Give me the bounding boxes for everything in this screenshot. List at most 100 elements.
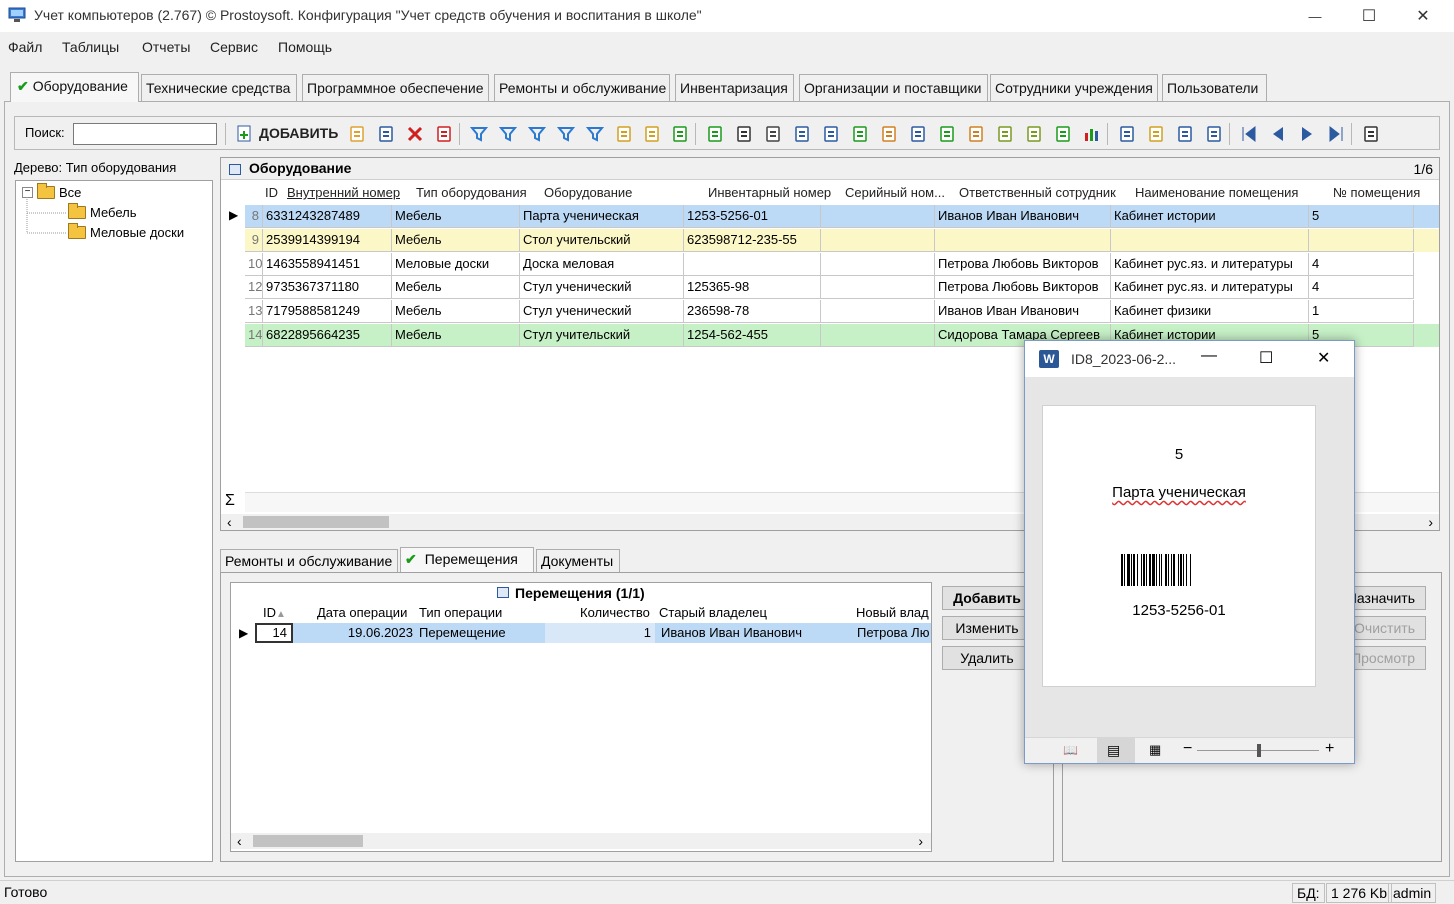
preview-icon[interactable] [792, 124, 812, 144]
preview-maximize-button[interactable]: ☐ [1259, 348, 1273, 368]
tab-repairs[interactable]: Ремонты и обслуживание [494, 74, 670, 101]
tree-node-furniture[interactable]: Мебель [68, 203, 137, 220]
col-mov-new-owner[interactable]: Новый влад [856, 605, 929, 620]
menu-service[interactable]: Сервис [210, 39, 258, 55]
col-mov-qty[interactable]: Количество [580, 605, 650, 620]
menu-help[interactable]: Помощь [278, 39, 332, 55]
col-equipment-type[interactable]: Тип оборудования [416, 185, 527, 200]
preview-minimize-button[interactable]: — [1201, 347, 1217, 365]
next-icon[interactable] [1297, 124, 1317, 144]
delete-movement-button[interactable]: Удалить [942, 646, 1032, 670]
zoom-out-icon[interactable]: − [1183, 740, 1192, 758]
col-equipment[interactable]: Оборудование [544, 185, 632, 200]
last-icon[interactable] [1326, 124, 1346, 144]
col-serial-number[interactable]: Серийный ном... [845, 185, 945, 200]
minimize-button[interactable]: — [1292, 0, 1338, 32]
scroll-left-icon[interactable]: ‹ [237, 833, 242, 849]
edit-movement-button[interactable]: Изменить [942, 616, 1032, 640]
col-mov-date[interactable]: Дата операции [317, 605, 407, 620]
scroll-thumb[interactable] [243, 516, 389, 528]
add-movement-button[interactable]: Добавить [942, 586, 1032, 610]
filter-remove-icon[interactable] [498, 124, 518, 144]
zoom-in-icon[interactable]: + [1325, 740, 1334, 758]
table-cell: 6822895664235 [263, 324, 392, 347]
delete-icon[interactable] [405, 124, 425, 144]
col-mov-type[interactable]: Тип операции [419, 605, 502, 620]
search-input[interactable] [73, 123, 217, 145]
col-inventory-number[interactable]: Инвентарный номер [708, 185, 831, 200]
group-filter-icon[interactable] [614, 124, 634, 144]
filter-saved-icon[interactable] [585, 124, 605, 144]
col-mov-id[interactable]: ID▲ [263, 605, 286, 620]
first-icon[interactable] [1239, 124, 1259, 144]
zoom-thumb[interactable] [1257, 744, 1261, 757]
web-layout-icon[interactable]: ▦ [1149, 742, 1161, 758]
col-mov-old-owner[interactable]: Старый владелец [659, 605, 767, 620]
tab-tech-means[interactable]: Технические средства [141, 74, 297, 101]
close-button[interactable]: ✕ [1400, 0, 1446, 32]
tab-employees[interactable]: Сотрудники учреждения [990, 74, 1158, 101]
xls-icon[interactable] [1053, 124, 1073, 144]
tab-organizations[interactable]: Организации и поставщики [799, 74, 988, 101]
layout-icon[interactable] [1204, 124, 1224, 144]
refresh-icon[interactable] [705, 124, 725, 144]
filter-icon[interactable] [469, 124, 489, 144]
find-icon[interactable] [734, 124, 754, 144]
table-row[interactable]: 10 1463558941451 Меловые доски Доска мелова… [245, 252, 1439, 276]
tab-movements[interactable]: ✔ Перемещения [400, 547, 534, 573]
scroll-thumb[interactable] [253, 835, 363, 847]
export-html-icon[interactable] [879, 124, 899, 144]
menu-tables[interactable]: Таблицы [62, 39, 119, 55]
col-room-number[interactable]: № помещения [1333, 185, 1420, 200]
filter-clear-icon[interactable] [527, 124, 547, 144]
sort-icon[interactable] [1117, 124, 1137, 144]
edit-icon[interactable] [347, 124, 367, 144]
clipboard-icon[interactable] [1361, 124, 1381, 144]
tab-inventory[interactable]: Инвентаризация [675, 74, 794, 101]
maximize-button[interactable]: ☐ [1346, 0, 1392, 32]
add-button[interactable]: ДОБАВИТЬ [259, 125, 338, 141]
report-word-icon[interactable] [908, 124, 928, 144]
export-excel-icon[interactable] [850, 124, 870, 144]
filter-options-icon[interactable] [556, 124, 576, 144]
sql-icon[interactable] [670, 124, 690, 144]
table-row[interactable]: 8 6331243287489 Мебель Парта ученическая 125… [245, 205, 1439, 228]
scroll-left-icon[interactable]: ‹ [227, 514, 232, 530]
export-word-icon[interactable] [821, 124, 841, 144]
report-icon[interactable] [966, 124, 986, 144]
movement-row[interactable]: 14 19.06.2023 Перемещение 1 Иванов Иван … [255, 623, 931, 643]
col-internal-number[interactable]: Внутренний номер [287, 185, 400, 200]
tab-software[interactable]: Программное обеспечение [302, 74, 489, 101]
prev-icon[interactable] [1268, 124, 1288, 144]
delete-table-icon[interactable] [434, 124, 454, 144]
tab-equipment[interactable]: ✔ Оборудование [10, 72, 139, 102]
menu-file[interactable]: Файл [8, 39, 42, 55]
scroll-right-icon[interactable]: › [1428, 514, 1433, 530]
report-excel-icon[interactable] [937, 124, 957, 144]
table-row[interactable]: 12 9735367371180 Мебель Стул ученический 125… [245, 276, 1439, 300]
copy-icon[interactable] [376, 124, 396, 144]
table-cell: 236598-78 [684, 300, 821, 324]
table-row[interactable]: 13 7179588581249 Мебель Стул ученический 236… [245, 300, 1439, 324]
tab-repairs-detail[interactable]: Ремонты и обслуживание [220, 549, 398, 573]
table-row[interactable]: 9 2539914399194 Мебель Стол учительский 6235… [245, 228, 1439, 252]
col-responsible[interactable]: Ответственный сотрудник [959, 185, 1116, 200]
scroll-right-icon[interactable]: › [918, 833, 923, 849]
movements-hscrollbar[interactable]: ‹ › [231, 833, 931, 849]
tree-view-icon[interactable] [642, 124, 662, 144]
col-id[interactable]: ID [265, 185, 278, 200]
tab-users[interactable]: Пользователи [1162, 74, 1267, 101]
tab-documents[interactable]: Документы [536, 549, 620, 573]
preview-close-button[interactable]: ✕ [1317, 348, 1330, 368]
menu-reports[interactable]: Отчеты [142, 39, 190, 55]
doc-icon[interactable] [1146, 124, 1166, 144]
read-mode-icon[interactable]: 📖 [1063, 743, 1078, 757]
print-icon[interactable] [763, 124, 783, 144]
columns-icon[interactable] [1175, 124, 1195, 144]
col-room-name[interactable]: Наименование помещения [1135, 185, 1298, 200]
xml-icon[interactable] [1024, 124, 1044, 144]
table-cell: 7179588581249 [263, 300, 392, 324]
tree-node-chalkboards[interactable]: Меловые доски [68, 223, 184, 240]
csv-icon[interactable] [995, 124, 1015, 144]
chart-icon[interactable] [1082, 124, 1102, 144]
